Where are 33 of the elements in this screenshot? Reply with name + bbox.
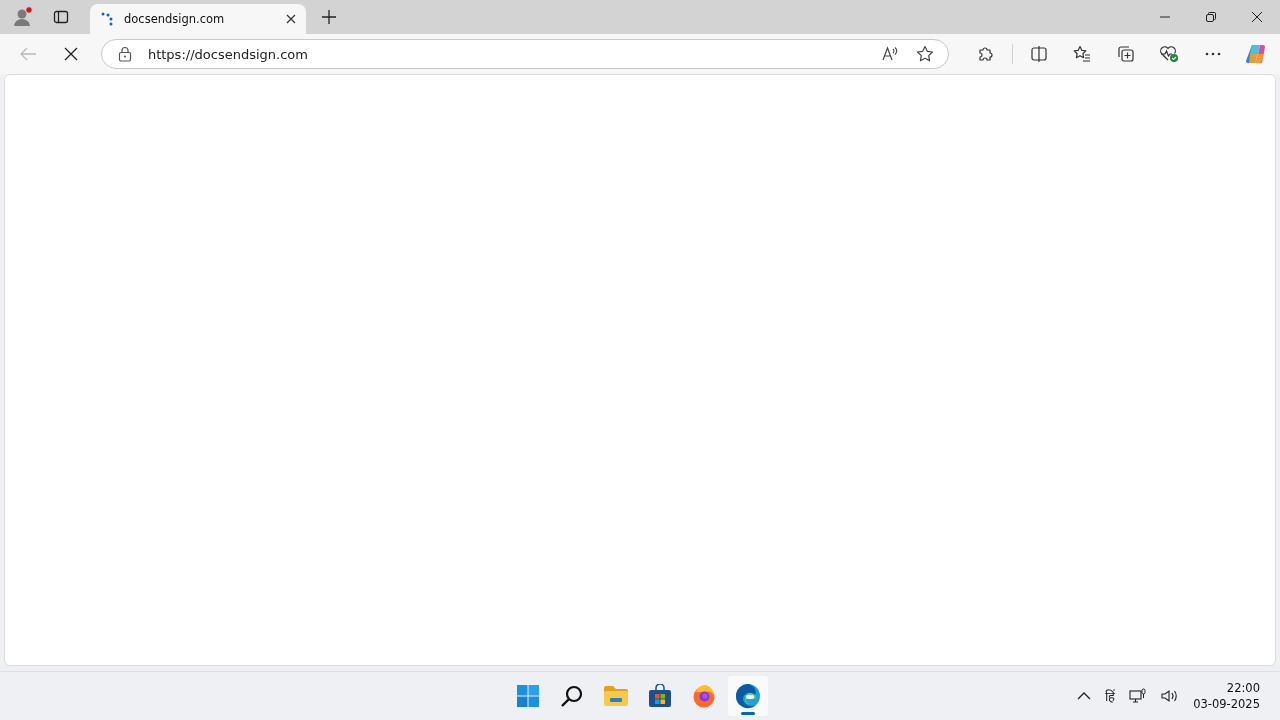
more-icon[interactable] (1203, 52, 1222, 56)
start-taskbar-button[interactable] (516, 684, 540, 708)
lock-icon (117, 46, 132, 62)
stop-loading-button[interactable] (64, 47, 79, 61)
close-tab-icon[interactable] (284, 12, 298, 26)
volume-icon[interactable] (1161, 688, 1180, 704)
folder-taskbar-button[interactable] (603, 685, 629, 707)
favorites-icon[interactable] (1073, 45, 1092, 63)
input-language-indicator[interactable]: हिं (1105, 687, 1116, 705)
search-taskbar-button[interactable] (560, 684, 584, 708)
clock-time[interactable]: 22:00 (1226, 680, 1260, 696)
star-icon[interactable] (915, 45, 934, 63)
browser-tab[interactable]: docsendsign.com (90, 4, 306, 34)
copilot-icon[interactable] (1245, 43, 1268, 65)
network-icon[interactable] (1129, 688, 1148, 704)
puzzle-icon[interactable] (977, 45, 996, 63)
collections-icon[interactable] (1116, 45, 1135, 63)
read-aloud-icon[interactable] (881, 46, 900, 62)
address-bar[interactable]: https://docsendsign.com (100, 39, 949, 69)
close-button[interactable] (1251, 11, 1263, 23)
tab-actions-icon[interactable] (53, 9, 69, 25)
restore-button[interactable] (1205, 11, 1217, 23)
clock-date[interactable]: 03-09-2025 (1193, 696, 1260, 712)
firefox-taskbar-button[interactable] (692, 684, 716, 708)
show-hidden-icons-button[interactable] (1077, 692, 1092, 700)
profile-avatar-icon[interactable] (12, 6, 34, 28)
url-text: https://docsendsign.com (147, 46, 309, 62)
new-tab-button[interactable] (321, 9, 337, 25)
edge-icon (735, 683, 761, 709)
split-screen-icon[interactable] (1029, 45, 1048, 63)
store-bag-taskbar-button[interactable] (648, 684, 672, 708)
edge-taskbar-button[interactable] (728, 676, 768, 716)
heart-pulse-icon[interactable] (1159, 45, 1180, 63)
